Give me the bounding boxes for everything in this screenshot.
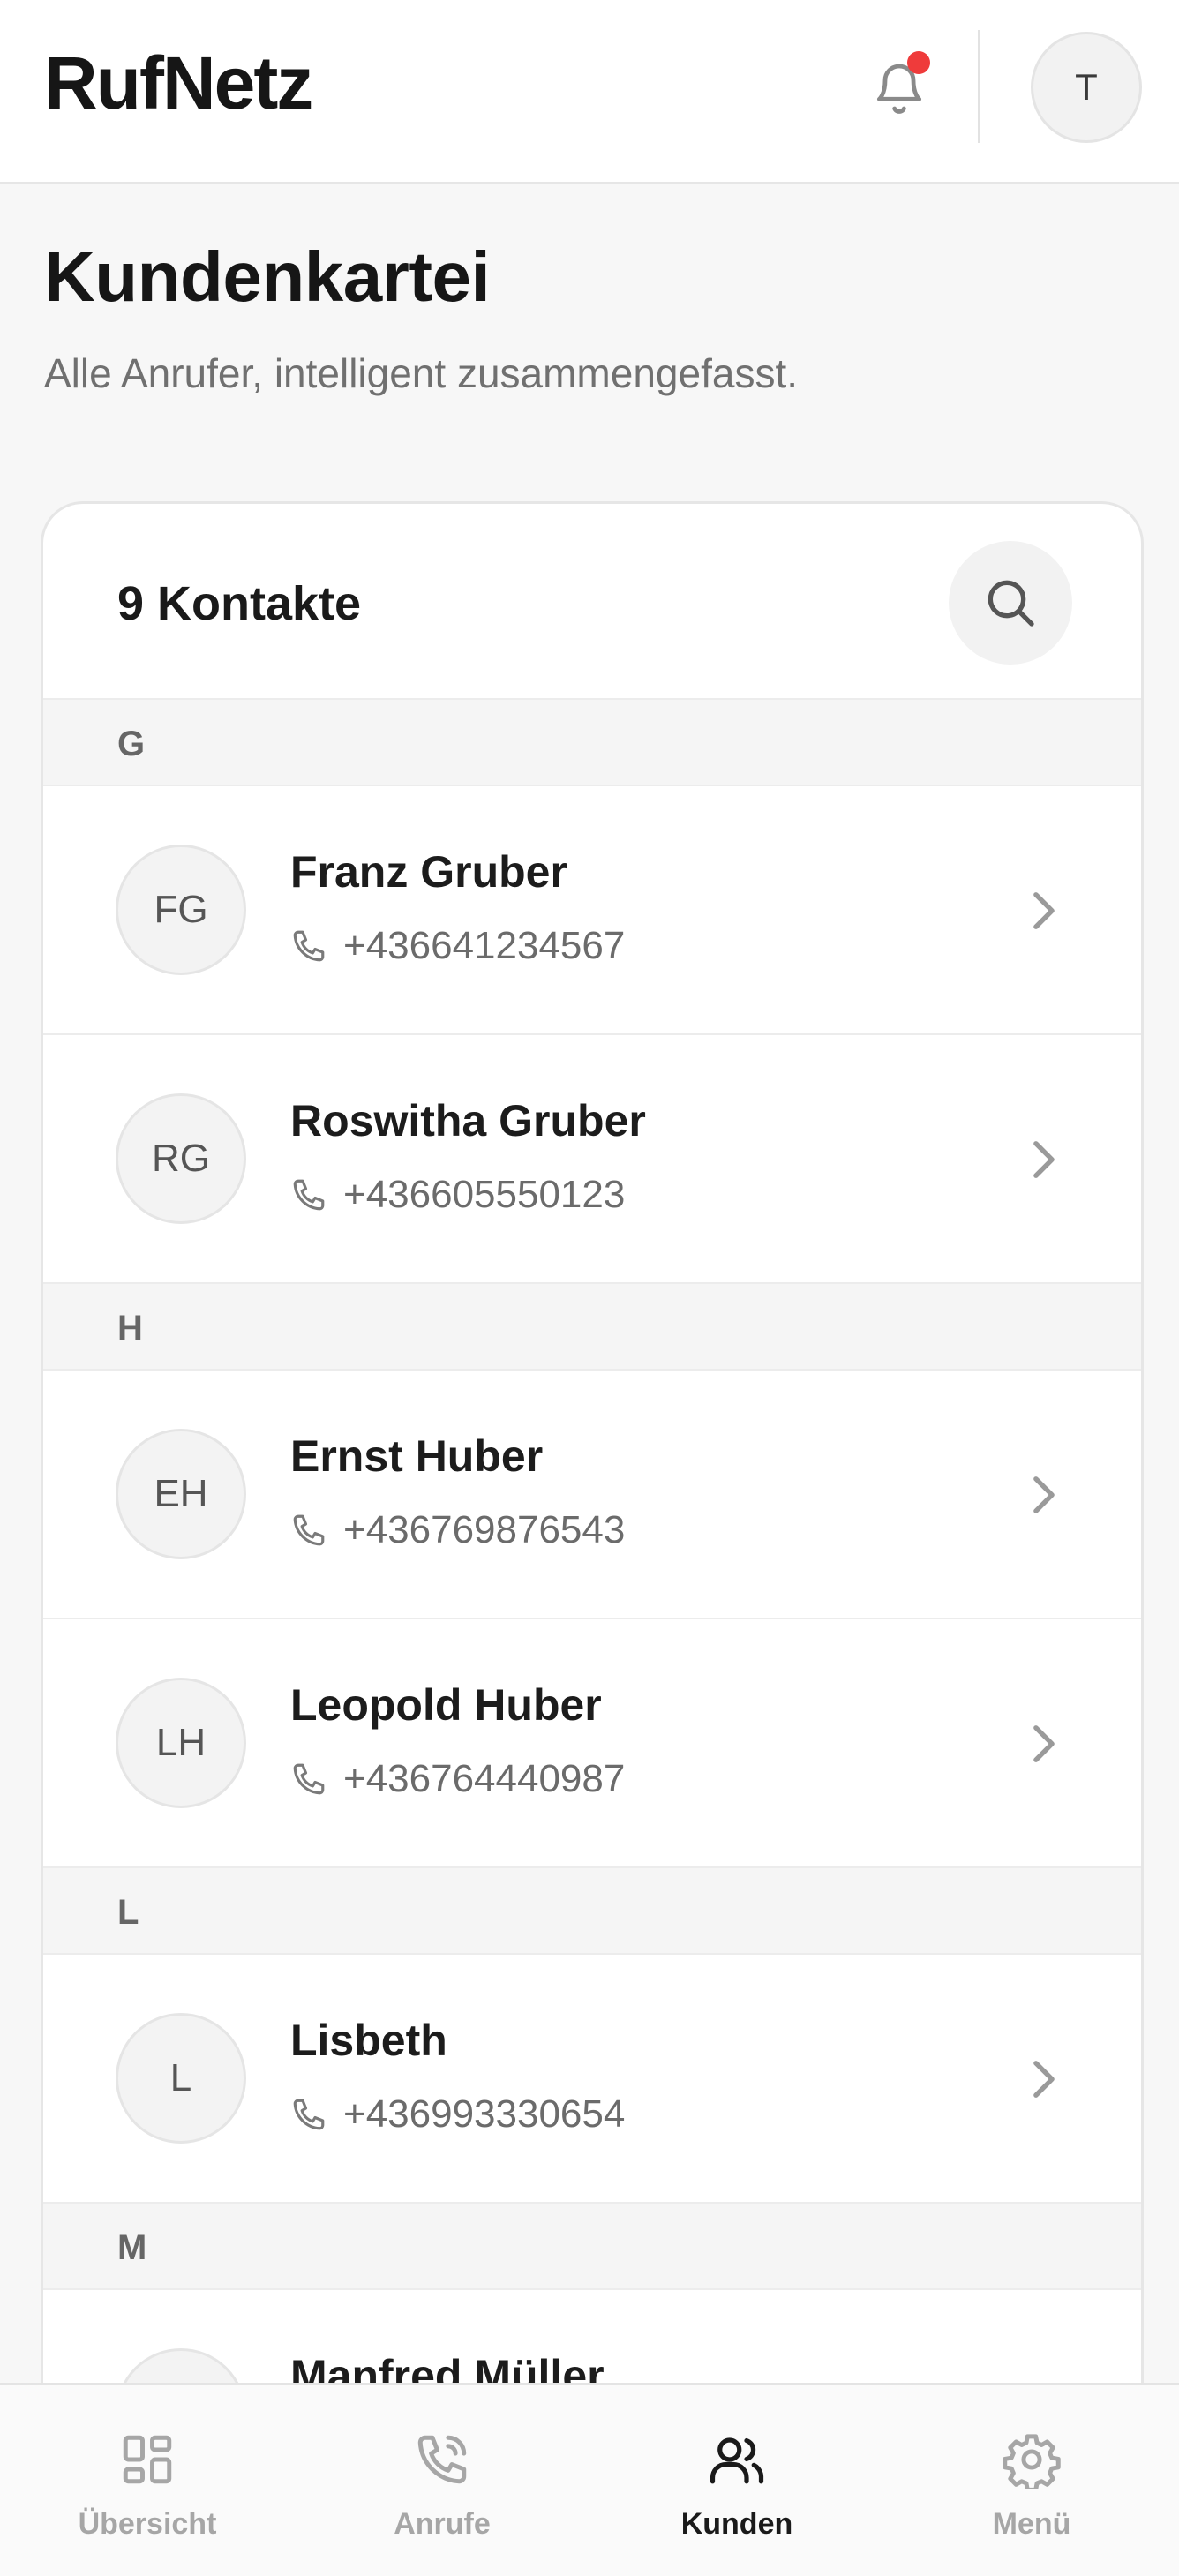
section-header: G <box>43 700 1141 786</box>
contact-name: Leopold Huber <box>290 1680 602 1730</box>
notifications-button[interactable] <box>863 51 935 124</box>
chevron-right-icon <box>1033 1725 1055 1762</box>
contact-phone: +436993330654 <box>290 2092 625 2137</box>
chevron-right-icon <box>1033 892 1055 929</box>
contact-row[interactable]: LH Leopold Huber +436764440987 <box>43 1619 1141 1868</box>
phone-icon <box>293 2099 325 2130</box>
tab-kunden[interactable]: Kunden <box>590 2385 884 2576</box>
grid-icon <box>123 2435 172 2484</box>
phone-icon <box>293 930 325 962</box>
search-button[interactable] <box>949 541 1072 665</box>
chevron-button <box>1018 880 1070 942</box>
tab-menue[interactable]: Menü <box>884 2385 1179 2576</box>
contact-phone: +436641234567 <box>290 924 625 968</box>
contact-phone: +436605550123 <box>290 1173 625 1217</box>
phone-icon <box>293 1514 325 1546</box>
tab-uebersicht[interactable]: Übersicht <box>0 2385 295 2576</box>
contact-list: G FG Franz Gruber +436641234567 RG Roswitha G… <box>43 700 1141 2539</box>
section-letter: M <box>117 2228 147 2267</box>
phone-number: +436764440987 <box>343 1757 626 1800</box>
contact-phone: +436764440987 <box>290 1757 625 1801</box>
page-subtitle: Alle Anrufer, intelligent zusammengefass… <box>44 350 799 396</box>
tab-anrufe[interactable]: Anrufe <box>295 2385 590 2576</box>
phone-call-icon <box>417 2435 467 2484</box>
chevron-button <box>1018 2048 1070 2110</box>
contacts-card: 9 Kontakte G FG Franz Gruber +436641234567 R… <box>41 501 1144 2576</box>
section-letter: G <box>117 725 146 763</box>
contact-row[interactable]: RG Roswitha Gruber +436605550123 <box>43 1035 1141 1284</box>
users-icon <box>710 2437 764 2484</box>
tab-label: Menü <box>992 2507 1071 2541</box>
contact-phone: +436769876543 <box>290 1508 625 1552</box>
section-header: H <box>43 1284 1141 1371</box>
search-icon <box>988 580 1034 627</box>
gear-icon <box>1003 2434 1061 2489</box>
tab-label: Übersicht <box>78 2507 217 2541</box>
section-letter: L <box>117 1893 139 1932</box>
chevron-button <box>1018 1464 1070 1526</box>
phone-icon <box>293 1179 325 1211</box>
contact-row[interactable]: L Lisbeth +436993330654 <box>43 1955 1141 2204</box>
contact-avatar: EH <box>116 1429 246 1559</box>
phone-number: +436993330654 <box>343 2092 626 2136</box>
contact-count: 9 Kontakte <box>117 577 362 630</box>
bottom-tab-bar: Übersicht Anrufe Kunden Menü <box>0 2383 1179 2576</box>
tab-label: Kunden <box>680 2507 793 2541</box>
phone-number: +436641234567 <box>343 924 626 967</box>
contact-name: Roswitha Gruber <box>290 1096 646 1145</box>
contact-avatar: L <box>116 2013 246 2144</box>
contact-avatar: RG <box>116 1093 246 1224</box>
app-logo: RufNetz <box>44 41 313 124</box>
section-letter: H <box>117 1309 143 1348</box>
header-divider <box>978 30 980 143</box>
contacts-card-header: 9 Kontakte <box>43 504 1141 700</box>
user-avatar[interactable]: T <box>1031 32 1142 143</box>
contact-avatar: LH <box>116 1678 246 1808</box>
phone-icon <box>293 1763 325 1795</box>
contact-row[interactable]: EH Ernst Huber +436769876543 <box>43 1371 1141 1619</box>
contact-avatar: FG <box>116 845 246 975</box>
chevron-button <box>1018 1713 1070 1775</box>
phone-number: +436605550123 <box>343 1173 626 1216</box>
contact-row[interactable]: FG Franz Gruber +436641234567 <box>43 786 1141 1035</box>
contact-name: Lisbeth <box>290 2016 447 2065</box>
chevron-right-icon <box>1033 1141 1055 1178</box>
page-title: Kundenkartei <box>44 237 491 316</box>
notification-dot <box>907 51 930 74</box>
section-header: M <box>43 2204 1141 2290</box>
app-header: RufNetz T <box>0 0 1179 184</box>
chevron-button <box>1018 1129 1070 1190</box>
section-header: L <box>43 1868 1141 1955</box>
chevron-right-icon <box>1033 2061 1055 2098</box>
contact-name: Ernst Huber <box>290 1431 544 1481</box>
tab-label: Anrufe <box>394 2507 491 2541</box>
chevron-right-icon <box>1033 1476 1055 1513</box>
contact-name: Franz Gruber <box>290 847 567 897</box>
phone-number: +436769876543 <box>343 1508 626 1551</box>
